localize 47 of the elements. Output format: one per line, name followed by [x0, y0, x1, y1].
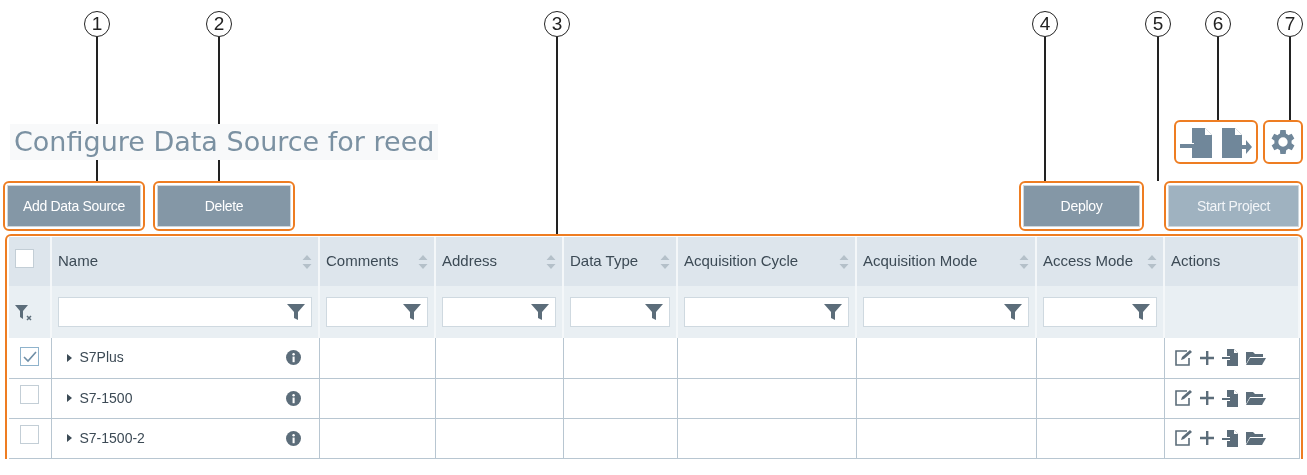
import-icon[interactable]	[1221, 429, 1238, 447]
row-name: S7-1500-2	[79, 428, 146, 448]
filter-field[interactable]	[58, 297, 312, 327]
edit-icon[interactable]	[1174, 349, 1192, 366]
import-icon[interactable]	[1221, 349, 1238, 367]
callout-marker: 7	[1277, 11, 1303, 37]
checkbox[interactable]	[20, 347, 40, 366]
filter-field[interactable]	[863, 297, 1029, 327]
import-icon[interactable]	[1221, 389, 1238, 407]
edit-icon[interactable]	[1174, 390, 1192, 406]
checkbox[interactable]	[20, 425, 40, 445]
filter-icon[interactable]	[824, 304, 842, 320]
filter-icon[interactable]	[531, 304, 549, 320]
page-title: Configure Data Source for reed	[10, 124, 439, 160]
row-name: S7-1500	[79, 388, 134, 408]
callout-marker: 6	[1205, 11, 1231, 37]
filter-field[interactable]	[442, 297, 556, 327]
folder-icon[interactable]	[1245, 391, 1266, 405]
filter-field[interactable]	[570, 297, 670, 327]
plus-icon[interactable]	[1199, 391, 1214, 405]
filter-icon[interactable]	[403, 304, 421, 320]
info-icon[interactable]	[285, 390, 301, 406]
plus-icon[interactable]	[1199, 350, 1214, 365]
filter-icon[interactable]	[1004, 304, 1022, 320]
column-header[interactable]: Name	[58, 250, 98, 273]
callout-marker: 5	[1145, 11, 1171, 37]
clear-filter-icon[interactable]	[15, 303, 33, 322]
filter-icon[interactable]	[1132, 304, 1150, 320]
callout-marker: 4	[1032, 11, 1058, 37]
checkbox[interactable]	[20, 385, 40, 405]
folder-icon[interactable]	[1245, 431, 1266, 445]
filter-field[interactable]	[1043, 297, 1157, 327]
filter-icon[interactable]	[645, 304, 663, 320]
checkbox[interactable]	[15, 248, 34, 268]
row-name: S7Plus	[79, 348, 125, 368]
callout-marker: 2	[206, 11, 232, 37]
column-header[interactable]: Actions	[1171, 250, 1221, 273]
callout-marker: 1	[84, 11, 110, 37]
info-icon[interactable]	[285, 350, 301, 366]
callout-marker: 3	[544, 11, 570, 37]
folder-icon[interactable]	[1245, 350, 1266, 365]
filter-field[interactable]	[684, 297, 849, 327]
plus-icon[interactable]	[1199, 431, 1214, 445]
filter-field[interactable]	[326, 297, 428, 327]
edit-icon[interactable]	[1174, 430, 1192, 446]
info-icon[interactable]	[285, 430, 301, 446]
filter-icon[interactable]	[287, 304, 305, 320]
